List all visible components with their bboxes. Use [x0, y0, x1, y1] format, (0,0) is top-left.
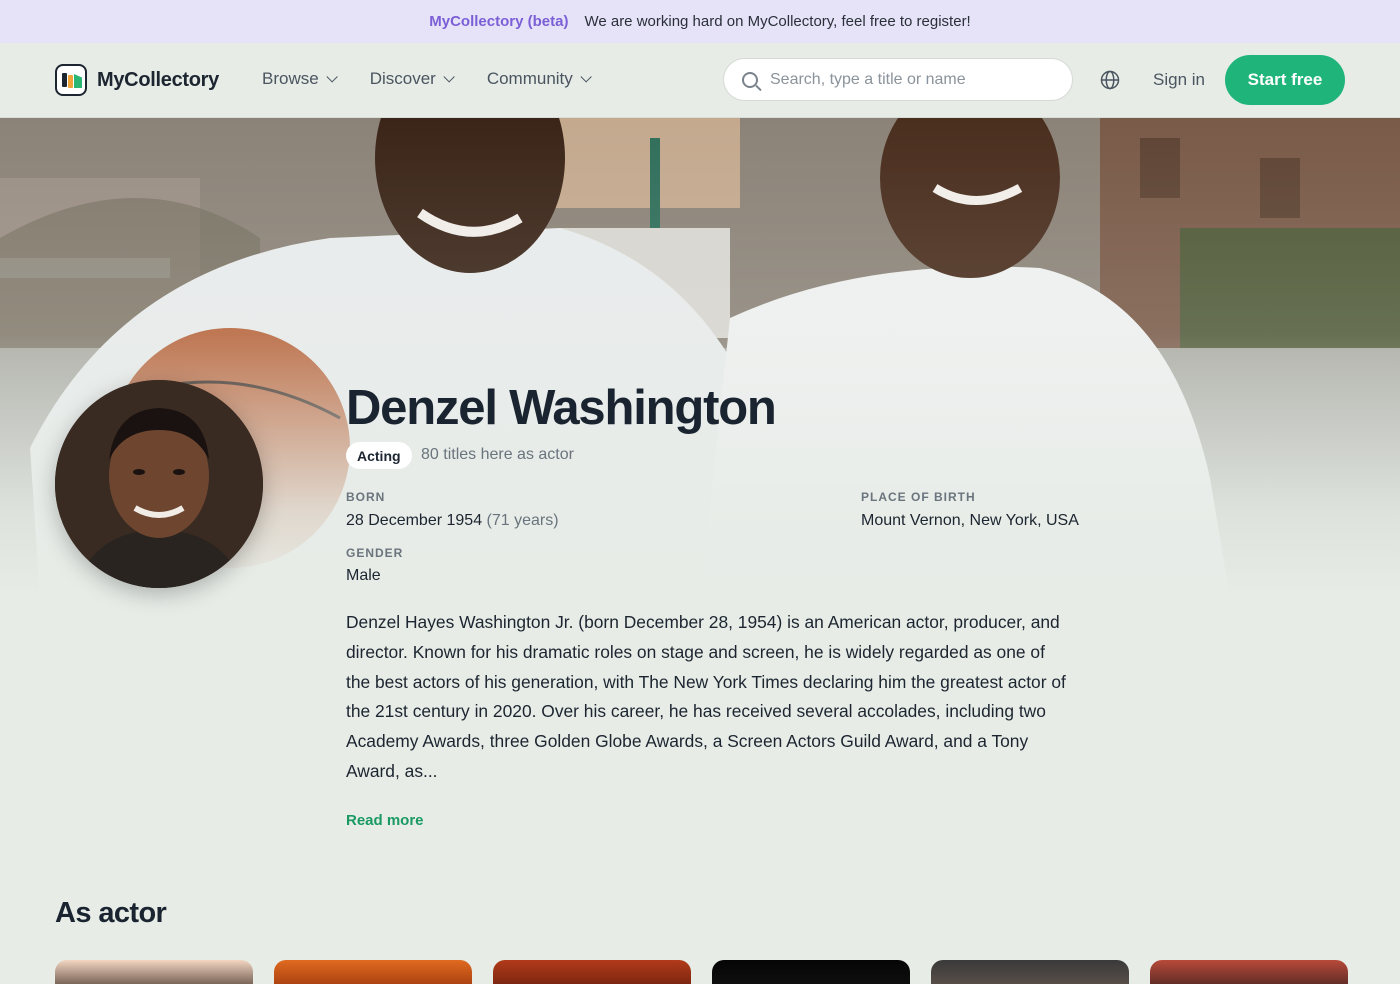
poster-card[interactable] [55, 960, 253, 984]
site-header: MyCollectory Browse Discover Community S… [0, 43, 1400, 118]
nav-community[interactable]: Community [486, 69, 592, 89]
nav-community-label: Community [486, 69, 573, 88]
poster-card[interactable] [493, 960, 691, 984]
poster-row [55, 960, 1348, 984]
person-name: Denzel Washington [346, 381, 777, 435]
announcement-bar: MyCollectory (beta) We are working hard … [0, 0, 1400, 43]
nav-discover[interactable]: Discover [369, 69, 455, 89]
titles-count: 80 titles here as actor [421, 446, 574, 463]
chevron-down-icon [580, 71, 592, 83]
start-free-button[interactable]: Start free [1225, 55, 1345, 105]
poster-card[interactable] [1150, 960, 1348, 984]
born-date: 28 December 1954 [346, 512, 483, 529]
poster-card[interactable] [274, 960, 472, 984]
read-more-link[interactable]: Read more [346, 812, 424, 829]
place-of-birth-value: Mount Vernon, New York, USA [861, 512, 1079, 529]
main-nav: Browse Discover Community [262, 69, 592, 89]
section-title-as-actor: As actor [55, 897, 167, 929]
avatar [55, 380, 263, 588]
age: (71 years) [486, 512, 559, 529]
logo[interactable]: MyCollectory [55, 63, 219, 97]
gender-label: GENDER [346, 546, 404, 560]
sign-in-link[interactable]: Sign in [1153, 70, 1205, 90]
born-label: BORN [346, 490, 386, 504]
announcement-brand: MyCollectory (beta) [429, 13, 569, 30]
logo-text: MyCollectory [97, 68, 219, 91]
department-badge: Acting [346, 442, 412, 469]
place-of-birth-label: PLACE OF BIRTH [861, 490, 976, 504]
nav-discover-label: Discover [369, 69, 436, 88]
gender-value: Male [346, 567, 381, 584]
logo-icon [55, 64, 87, 96]
poster-card[interactable] [931, 960, 1129, 984]
chevron-down-icon [443, 71, 455, 83]
nav-browse[interactable]: Browse [262, 69, 338, 89]
chevron-down-icon [326, 71, 338, 83]
born-value: 28 December 1954 (71 years) [346, 512, 559, 530]
biography: Denzel Hayes Washington Jr. (born Decemb… [346, 612, 1066, 781]
announcement-message: We are working hard on MyCollectory, fee… [584, 13, 971, 30]
globe-icon[interactable] [1100, 70, 1120, 90]
poster-card[interactable] [712, 960, 910, 984]
nav-browse-label: Browse [262, 69, 319, 88]
search-box[interactable] [723, 58, 1073, 101]
search-input[interactable] [770, 70, 1040, 89]
search-icon [742, 71, 758, 88]
actor-portrait [55, 380, 263, 588]
